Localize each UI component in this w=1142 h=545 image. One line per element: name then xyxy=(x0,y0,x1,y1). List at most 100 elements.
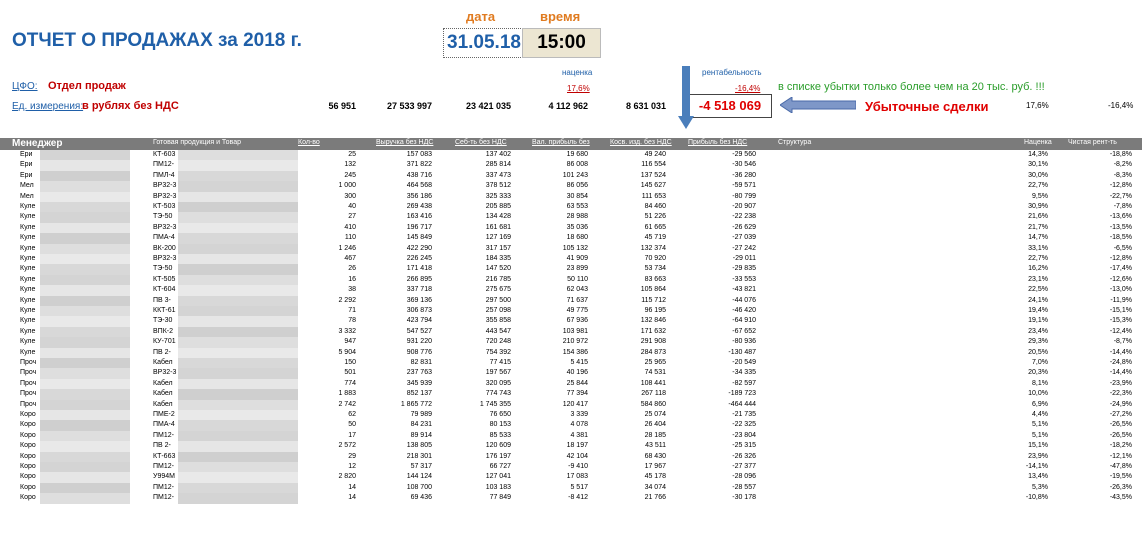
cell-cost[interactable]: 134 428 xyxy=(455,212,511,222)
cell-profit[interactable]: -21 735 xyxy=(700,410,756,420)
cell-rent[interactable]: -27,2% xyxy=(1094,410,1132,420)
cell-qty[interactable]: 1 000 xyxy=(318,181,356,191)
cell-profit[interactable]: -28 557 xyxy=(700,483,756,493)
cell-cost[interactable]: 85 533 xyxy=(455,431,511,441)
cell-rent[interactable]: -26,3% xyxy=(1094,483,1132,493)
cell-product[interactable]: ПВ 2- xyxy=(153,348,171,358)
cell-revenue[interactable]: 422 290 xyxy=(376,244,432,254)
cell-rent[interactable]: -12,8% xyxy=(1094,181,1132,191)
table-row[interactable]: Ери ПМ12- 132 371 822 285 814 86 008 116 554 -3… xyxy=(0,160,1142,171)
cell-rent[interactable]: -24,8% xyxy=(1094,358,1132,368)
cell-product[interactable]: ВПК-2 xyxy=(153,327,173,337)
cell-indirect[interactable]: 28 185 xyxy=(610,431,666,441)
cell-indirect[interactable]: 137 524 xyxy=(610,171,666,181)
cell-rent[interactable]: -17,4% xyxy=(1094,264,1132,274)
col-indirect[interactable]: Косв. изд. без НДС xyxy=(610,139,672,146)
cell-cost[interactable]: 103 183 xyxy=(455,483,511,493)
cell-nacenka[interactable]: 30,0% xyxy=(1010,171,1048,181)
cell-manager[interactable]: Куле xyxy=(20,296,35,306)
cell-revenue[interactable]: 423 794 xyxy=(376,316,432,326)
cell-nacenka[interactable]: 16,2% xyxy=(1010,264,1048,274)
cell-gross-profit[interactable]: 49 775 xyxy=(532,306,588,316)
col-product[interactable]: Готовая продукция и Товар xyxy=(153,139,241,146)
cell-indirect[interactable]: 584 860 xyxy=(610,400,666,410)
cell-gross-profit[interactable]: 23 899 xyxy=(532,264,588,274)
cell-qty[interactable]: 2 820 xyxy=(318,472,356,482)
cell-manager[interactable]: Куле xyxy=(20,316,35,326)
cell-indirect[interactable]: 108 441 xyxy=(610,379,666,389)
cell-gross-profit[interactable]: 17 083 xyxy=(532,472,588,482)
col-manager[interactable]: Менеджер xyxy=(12,138,62,149)
cell-nacenka[interactable]: -10,8% xyxy=(1010,493,1048,503)
cell-profit[interactable]: -33 553 xyxy=(700,275,756,285)
cell-gross-profit[interactable]: 101 243 xyxy=(532,171,588,181)
cell-profit[interactable]: -29 835 xyxy=(700,264,756,274)
cell-revenue[interactable]: 57 317 xyxy=(376,462,432,472)
cell-gross-profit[interactable]: 77 394 xyxy=(532,389,588,399)
cell-product[interactable]: ТЭ-30 xyxy=(153,316,172,326)
cell-qty[interactable]: 62 xyxy=(318,410,356,420)
cell-indirect[interactable]: 26 404 xyxy=(610,420,666,430)
cell-cost[interactable]: 325 333 xyxy=(455,192,511,202)
cell-qty[interactable]: 25 xyxy=(318,150,356,160)
cell-nacenka[interactable]: 5,1% xyxy=(1010,420,1048,430)
cell-qty[interactable]: 12 xyxy=(318,462,356,472)
cell-revenue[interactable]: 547 527 xyxy=(376,327,432,337)
cell-nacenka[interactable]: 15,1% xyxy=(1010,441,1048,451)
cell-indirect[interactable]: 291 908 xyxy=(610,337,666,347)
cell-rent[interactable]: -22,3% xyxy=(1094,389,1132,399)
cell-nacenka[interactable]: 22,7% xyxy=(1010,181,1048,191)
cell-rent[interactable]: -18,2% xyxy=(1094,441,1132,451)
cell-profit[interactable]: -26 629 xyxy=(700,223,756,233)
cell-indirect[interactable]: 43 511 xyxy=(610,441,666,451)
cell-rent[interactable]: -8,7% xyxy=(1094,337,1132,347)
cell-cost[interactable]: 337 473 xyxy=(455,171,511,181)
cell-manager[interactable]: Ери xyxy=(20,150,32,160)
cell-manager[interactable]: Куле xyxy=(20,233,35,243)
table-row[interactable]: Проч Кабел 1 883 852 137 774 743 77 394 267 11… xyxy=(0,389,1142,400)
cell-manager[interactable]: Коро xyxy=(20,493,36,503)
cell-revenue[interactable]: 79 989 xyxy=(376,410,432,420)
cell-profit[interactable]: -27 242 xyxy=(700,244,756,254)
cell-profit[interactable]: -44 076 xyxy=(700,296,756,306)
cell-product[interactable]: ВР32-3 xyxy=(153,223,176,233)
cell-cost[interactable]: 197 567 xyxy=(455,368,511,378)
cell-indirect[interactable]: 171 632 xyxy=(610,327,666,337)
cell-manager[interactable]: Ери xyxy=(20,160,32,170)
table-row[interactable]: Проч Кабел 2 742 1 865 772 1 745 355 120 417 5… xyxy=(0,399,1142,410)
table-row[interactable]: Проч Кабел 774 345 939 320 095 25 844 108 441 -… xyxy=(0,378,1142,390)
cell-profit[interactable]: -27 039 xyxy=(700,233,756,243)
cell-manager[interactable]: Куле xyxy=(20,254,35,264)
cell-gross-profit[interactable]: 62 043 xyxy=(532,285,588,295)
cell-manager[interactable]: Куле xyxy=(20,306,35,316)
cell-profit[interactable]: -59 571 xyxy=(700,181,756,191)
cell-nacenka[interactable]: 24,1% xyxy=(1010,296,1048,306)
cell-cost[interactable]: 257 098 xyxy=(455,306,511,316)
cell-nacenka[interactable]: 4,4% xyxy=(1010,410,1048,420)
cell-product[interactable]: ПМА-4 xyxy=(153,233,175,243)
table-row[interactable]: Куле ВР32-3 410 196 717 161 681 35 036 61 665 -… xyxy=(0,222,1142,234)
cell-product[interactable]: ПМЕ-2 xyxy=(153,410,175,420)
cell-indirect[interactable]: 45 719 xyxy=(610,233,666,243)
cell-manager[interactable]: Куле xyxy=(20,348,35,358)
cell-gross-profit[interactable]: 41 909 xyxy=(532,254,588,264)
cell-revenue[interactable]: 438 716 xyxy=(376,171,432,181)
cell-revenue[interactable]: 908 776 xyxy=(376,348,432,358)
cell-manager[interactable]: Ери xyxy=(20,171,32,181)
cell-gross-profit[interactable]: 25 844 xyxy=(532,379,588,389)
cell-cost[interactable]: 76 650 xyxy=(455,410,511,420)
cell-gross-profit[interactable]: 35 036 xyxy=(532,223,588,233)
cell-gross-profit[interactable]: 5 517 xyxy=(532,483,588,493)
cell-profit[interactable]: -28 096 xyxy=(700,472,756,482)
cell-cost[interactable]: 720 248 xyxy=(455,337,511,347)
cell-qty[interactable]: 1 883 xyxy=(318,389,356,399)
cell-rent[interactable]: -11,9% xyxy=(1094,296,1132,306)
cell-qty[interactable]: 5 904 xyxy=(318,348,356,358)
cell-qty[interactable]: 16 xyxy=(318,275,356,285)
cell-gross-profit[interactable]: 105 132 xyxy=(532,244,588,254)
cell-product[interactable]: Кабел xyxy=(153,389,173,399)
cell-rent[interactable]: -26,5% xyxy=(1094,431,1132,441)
cell-manager[interactable]: Коро xyxy=(20,462,36,472)
cell-gross-profit[interactable]: 4 381 xyxy=(532,431,588,441)
cell-product[interactable]: Кабел xyxy=(153,379,173,389)
